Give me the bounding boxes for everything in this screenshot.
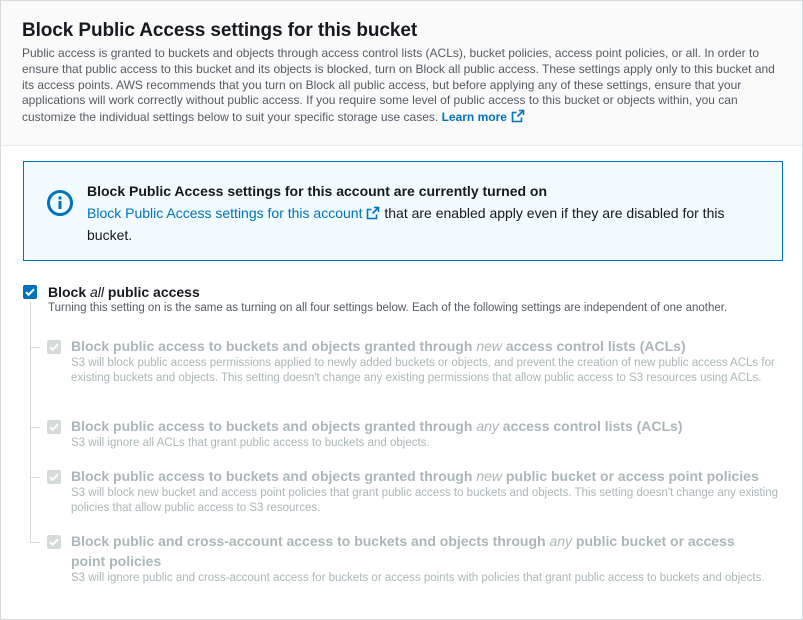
tree-connector (30, 301, 31, 542)
external-link-icon (366, 205, 380, 225)
account-settings-info-alert: Block Public Access settings for this ac… (23, 161, 783, 261)
setting-title-em: new (476, 468, 502, 484)
block-all-checkbox[interactable] (23, 285, 37, 299)
setting-title-post: public bucket or access point policies (502, 468, 759, 484)
setting-new-policies-description: S3 will block new bucket and access poin… (71, 487, 779, 514)
checkmark-icon (49, 343, 59, 352)
learn-more-link[interactable]: Learn more (441, 109, 525, 125)
tree-branch (30, 542, 40, 543)
setting-title-em: any (549, 533, 573, 549)
setting-cross-account-checkbox[interactable] (47, 535, 61, 549)
external-link-icon (511, 109, 525, 128)
setting-title-pre: Block public access to buckets and objec… (71, 468, 477, 484)
block-all-label-post: public access (104, 284, 200, 300)
learn-more-label: Learn more (441, 110, 507, 125)
panel-title: Block Public Access settings for this bu… (22, 20, 418, 41)
info-body: Block Public Access settings for this ac… (87, 203, 767, 245)
setting-title-em: new (476, 338, 502, 354)
tree-branch (30, 477, 40, 478)
checkmark-icon (49, 473, 59, 482)
setting-new-acls-checkbox[interactable] (47, 340, 61, 354)
setting-cross-account-description: S3 will ignore public and cross-account … (71, 572, 765, 584)
setting-any-acls-description: S3 will ignore all ACLs that grant publi… (71, 437, 430, 449)
tree-branch (30, 347, 40, 348)
setting-new-policies-title[interactable]: Block public access to buckets and objec… (71, 466, 771, 486)
block-public-access-panel: Block Public Access settings for this bu… (0, 0, 803, 620)
setting-title-post: access control lists (ACLs) (498, 418, 683, 434)
account-settings-link[interactable]: Block Public Access settings for this ac… (87, 205, 380, 221)
account-settings-link-label: Block Public Access settings for this ac… (87, 205, 363, 221)
setting-new-acls-description: S3 will block public access permissions … (71, 357, 775, 384)
description-text: Public access is granted to buckets and … (22, 46, 775, 125)
setting-new-policies-checkbox[interactable] (47, 470, 61, 484)
setting-title-pre: Block public access to buckets and objec… (71, 338, 477, 354)
panel-description: Public access is granted to buckets and … (22, 46, 782, 128)
block-all-label[interactable]: Block all public access (48, 284, 200, 300)
setting-title-pre: Block public access to buckets and objec… (71, 418, 477, 434)
tree-branch (30, 427, 40, 428)
block-all-label-em: all (90, 284, 105, 300)
setting-title-pre: Block public and cross-account access to… (71, 533, 550, 549)
setting-new-acls-title[interactable]: Block public access to buckets and objec… (71, 336, 771, 356)
setting-any-acls-checkbox[interactable] (47, 420, 61, 434)
checkmark-icon (49, 538, 59, 547)
setting-title-post: access control lists (ACLs) (502, 338, 686, 354)
block-all-label-pre: Block (48, 284, 91, 300)
setting-any-acls-title[interactable]: Block public access to buckets and objec… (71, 416, 771, 436)
info-title: Block Public Access settings for this ac… (87, 183, 548, 199)
checkmark-icon (25, 288, 35, 297)
setting-cross-account-title[interactable]: Block public and cross-account access to… (71, 531, 761, 571)
checkmark-icon (49, 423, 59, 432)
info-icon (46, 189, 74, 222)
block-all-description: Turning this setting on is the same as t… (48, 302, 728, 314)
panel-header: Block Public Access settings for this bu… (1, 1, 802, 146)
setting-title-em: any (476, 418, 499, 434)
